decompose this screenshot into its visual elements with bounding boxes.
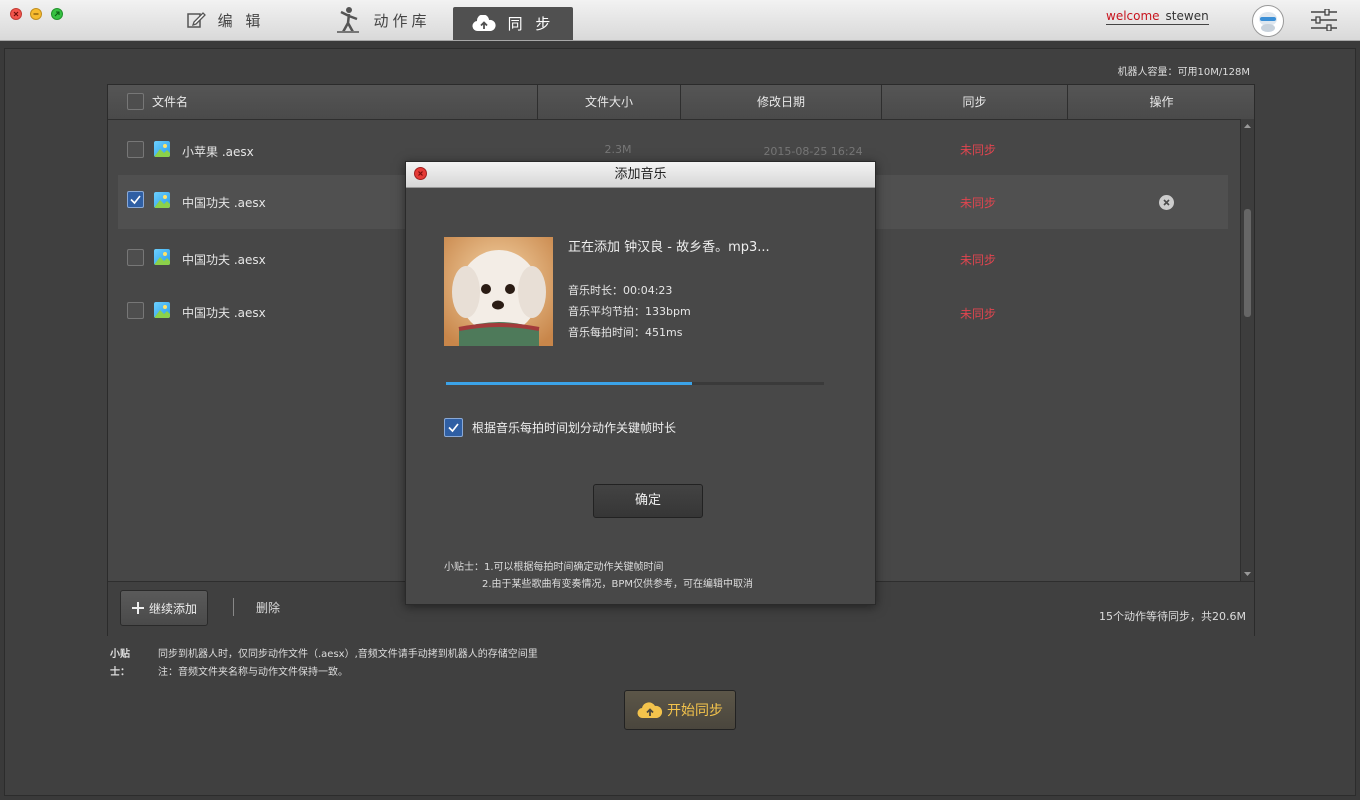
beat-split-checkbox[interactable] — [444, 418, 463, 437]
maximize-window-button[interactable] — [51, 8, 63, 20]
header-modified-date[interactable]: 修改日期 — [680, 85, 881, 119]
file-size: 2.3M — [604, 143, 632, 156]
start-sync-label: 开始同步 — [667, 703, 723, 719]
progress-fill — [446, 382, 692, 385]
music-bpm: 音乐平均节拍：133bpm — [568, 305, 691, 318]
sync-status: 未同步 — [959, 253, 996, 267]
header-filesize[interactable]: 文件大小 — [537, 85, 680, 119]
close-window-button[interactable] — [10, 8, 22, 20]
table-header: 文件名 文件大小 修改日期 同步 操作 — [108, 85, 1254, 120]
plus-icon — [131, 602, 144, 614]
beat-split-label: 根据音乐每拍时间划分动作关键帧时长 — [472, 421, 677, 435]
image-file-icon — [154, 249, 170, 265]
table-scrollbar[interactable] — [1240, 119, 1254, 581]
file-name: 小苹果 .aesx — [182, 145, 254, 159]
row-checkbox[interactable] — [127, 302, 144, 319]
select-all-checkbox[interactable] — [127, 93, 144, 110]
row-checkbox[interactable] — [127, 249, 144, 266]
minimize-window-button[interactable] — [30, 8, 42, 20]
music-beat-time: 音乐每拍时间：451ms — [568, 326, 683, 339]
scrollbar-thumb[interactable] — [1244, 209, 1251, 317]
tips-label: 小贴士： — [110, 649, 130, 678]
header-sync[interactable]: 同步 — [881, 85, 1067, 119]
album-cover-image — [444, 237, 553, 346]
robot-avatar[interactable] — [1252, 5, 1284, 37]
tips-line-2: 注：音频文件夹名称与动作文件保持一致。 — [158, 667, 348, 678]
remove-row-icon[interactable] — [1159, 195, 1174, 210]
image-file-icon — [154, 302, 170, 318]
music-duration: 音乐时长：00:04:23 — [568, 284, 673, 297]
dialog-close-button[interactable] — [414, 167, 427, 180]
tab-edit[interactable]: 编 辑 — [172, 0, 278, 40]
row-checkbox[interactable] — [127, 141, 144, 158]
sync-status: 未同步 — [959, 307, 996, 321]
cloud-upload-icon — [637, 702, 663, 719]
header-filename[interactable]: 文件名 — [152, 85, 272, 119]
dialog-tip-2: 2.由于某些歌曲有变奏情况，BPM仅供参考，可在编辑中取消 — [482, 579, 754, 590]
pending-sync-summary: 15个动作等待同步，共20.6M — [1099, 610, 1246, 623]
cloud-upload-icon — [472, 14, 496, 33]
image-file-icon — [154, 192, 170, 208]
sync-status: 未同步 — [959, 196, 996, 210]
continue-add-label: 继续添加 — [148, 601, 197, 616]
file-name: 中国功夫 .aesx — [182, 196, 266, 210]
welcome-user-link[interactable]: welcome stewen — [1106, 9, 1209, 25]
tab-action-library-label: 动作库 — [373, 11, 431, 30]
continue-add-button[interactable]: 继续添加 — [120, 590, 208, 626]
image-file-icon — [154, 141, 170, 157]
tab-edit-label: 编 辑 — [217, 11, 265, 30]
tab-action-library[interactable]: 动作库 — [318, 0, 448, 40]
sync-status: 未同步 — [959, 143, 996, 157]
tab-sync-label: 同 步 — [507, 15, 555, 33]
dance-figure-icon — [335, 6, 361, 34]
title-bar: 编 辑 动作库 同 步 welcome stewen — [0, 0, 1360, 41]
scroll-down-icon[interactable] — [1241, 569, 1254, 579]
row-checkbox-checked[interactable] — [127, 191, 144, 208]
dialog-tips: 小贴士：1.可以根据每拍时间确定动作关键帧时间 2.由于某些歌曲有变奏情况，BP… — [444, 559, 753, 593]
settings-sliders-icon[interactable] — [1310, 8, 1338, 35]
header-actions: 操作 — [1067, 85, 1255, 119]
dialog-title-bar: 添加音乐 — [406, 162, 875, 188]
delete-button[interactable]: 删除 — [256, 599, 280, 616]
scroll-up-icon[interactable] — [1241, 121, 1254, 131]
file-name: 中国功夫 .aesx — [182, 253, 266, 267]
dialog-title: 添加音乐 — [614, 167, 667, 182]
tab-sync[interactable]: 同 步 — [453, 7, 573, 40]
confirm-button[interactable]: 确定 — [593, 484, 703, 518]
welcome-label: welcome — [1106, 9, 1160, 23]
tips-line-1: 同步到机器人时，仅同步动作文件（.aesx）,音频文件请手动拷到机器人的存储空间… — [158, 649, 538, 660]
file-name: 中国功夫 .aesx — [182, 306, 266, 320]
robot-capacity: 机器人容量：可用10M/128M — [1117, 67, 1250, 78]
adding-status: 正在添加 钟汉良 - 故乡香。mp3... — [568, 240, 770, 255]
start-sync-button[interactable]: 开始同步 — [624, 690, 736, 730]
file-date: 2015-08-25 16:24 — [763, 145, 863, 158]
username-label: stewen — [1165, 9, 1209, 23]
dialog-tip-1: 小贴士：1.可以根据每拍时间确定动作关键帧时间 — [444, 562, 664, 573]
footer-divider — [233, 598, 234, 616]
add-progress-bar — [446, 382, 824, 385]
add-music-dialog: 添加音乐 正在添加 钟汉良 - 故乡香。mp3... 音乐时长：00:04:23… — [405, 161, 876, 605]
edit-icon — [186, 10, 206, 30]
